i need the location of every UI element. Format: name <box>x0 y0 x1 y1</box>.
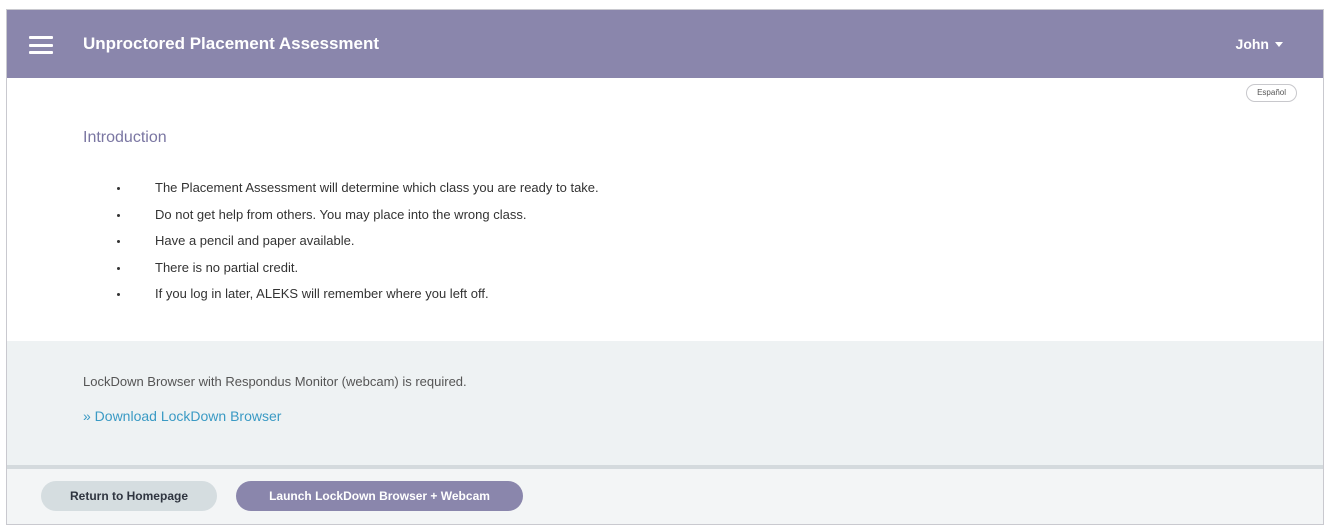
list-item: Do not get help from others. You may pla… <box>109 202 599 229</box>
list-item: There is no partial credit. <box>109 255 599 282</box>
top-header: Unproctored Placement Assessment John <box>7 10 1323 78</box>
requirement-panel: LockDown Browser with Respondus Monitor … <box>7 341 1323 465</box>
user-name: John <box>1235 36 1269 52</box>
page-title: Unproctored Placement Assessment <box>83 34 380 53</box>
intro-bullet-list: The Placement Assessment will determine … <box>109 175 599 308</box>
list-item: The Placement Assessment will determine … <box>109 175 599 202</box>
user-menu[interactable]: John <box>1236 36 1283 52</box>
launch-lockdown-button[interactable]: Launch LockDown Browser + Webcam <box>236 481 523 511</box>
language-toggle-button[interactable]: Español <box>1246 84 1297 102</box>
return-to-homepage-button[interactable]: Return to Homepage <box>41 481 217 511</box>
hamburger-menu-icon[interactable] <box>29 36 53 54</box>
list-item: Have a pencil and paper available. <box>109 228 599 255</box>
footer-bar: Return to Homepage Launch LockDown Brows… <box>7 469 1323 524</box>
download-lockdown-link[interactable]: » Download LockDown Browser <box>83 408 281 424</box>
chevron-down-icon <box>1275 42 1283 47</box>
requirement-text: LockDown Browser with Respondus Monitor … <box>83 374 467 389</box>
list-item: If you log in later, ALEKS will remember… <box>109 281 599 308</box>
app-window: Unproctored Placement Assessment John Es… <box>6 9 1324 525</box>
intro-heading: Introduction <box>83 129 167 146</box>
